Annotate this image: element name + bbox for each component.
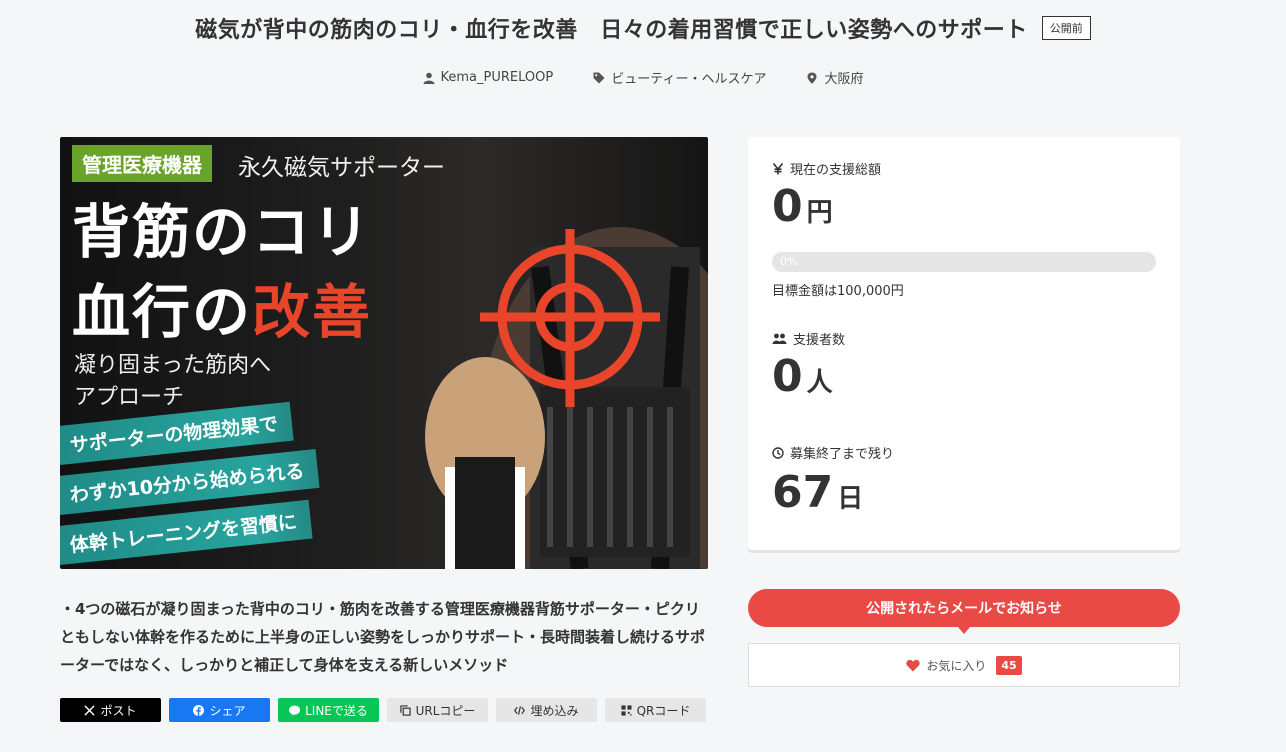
backers-label: 支援者数 bbox=[772, 329, 845, 348]
location-link[interactable]: 大阪府 bbox=[806, 68, 863, 87]
project-main-image[interactable]: 管理医療機器 永久磁気サポーター 背筋のコリ 血行の改善 凝り固まった筋肉へ ア… bbox=[60, 137, 708, 569]
hero-sub-2: アプローチ bbox=[74, 385, 185, 410]
favorite-button[interactable]: お気に入り 45 bbox=[748, 643, 1180, 687]
hero-headline-2: 血行の改善 bbox=[72, 265, 372, 349]
amount-label-text: 現在の支援総額 bbox=[790, 163, 882, 178]
share-buttons: ポスト シェア LINEで送る URLコピー 埋め込み QRコード bbox=[60, 698, 706, 722]
funding-stats-card: 現在の支援総額 0円 0% 目標金額は100,000円 支援者数 0人 募集終了… bbox=[748, 137, 1180, 550]
clock-icon bbox=[772, 446, 784, 459]
progress-percent: 0% bbox=[780, 255, 798, 268]
url-copy-button[interactable]: URLコピー bbox=[387, 698, 488, 722]
project-meta: Kema_PURELOOP ビューティー・ヘルスケア 大阪府 bbox=[0, 68, 1286, 87]
location-name: 大阪府 bbox=[824, 72, 864, 87]
facebook-share-label: シェア bbox=[209, 703, 246, 718]
hero-headline-2a: 血行の bbox=[72, 278, 253, 346]
hero-tag-sub: 永久磁気サポーター bbox=[238, 155, 445, 181]
funding-progress-bar: 0% bbox=[772, 252, 1156, 272]
backers-label-text: 支援者数 bbox=[793, 333, 846, 348]
backers-value: 0人 bbox=[772, 351, 833, 402]
qr-code-button[interactable]: QRコード bbox=[605, 698, 706, 722]
hero-headline-2b: 改善 bbox=[252, 278, 373, 346]
category-link[interactable]: ビューティー・ヘルスケア bbox=[593, 68, 766, 87]
embed-label: 埋め込み bbox=[530, 703, 579, 718]
code-icon bbox=[514, 705, 526, 715]
amount-label: 現在の支援総額 bbox=[772, 159, 881, 178]
status-badge: 公開前 bbox=[1041, 16, 1091, 40]
favorite-count-badge: 45 bbox=[996, 655, 1022, 675]
remaining-unit: 日 bbox=[837, 484, 864, 514]
amount-number: 0 bbox=[772, 181, 803, 232]
facebook-share-button[interactable]: シェア bbox=[169, 698, 270, 722]
remaining-label: 募集終了まで残り bbox=[772, 443, 894, 462]
page-title: 磁気が背中の筋肉のコリ・血行を改善 日々の着用習慣で正しい姿勢へのサポート bbox=[195, 18, 1028, 43]
x-logo-icon bbox=[84, 704, 96, 716]
remaining-value: 67 日 bbox=[772, 467, 863, 518]
hero-sub-1: 凝り固まった筋肉へ bbox=[74, 353, 272, 378]
remaining-label-text: 募集終了まで残り bbox=[790, 447, 895, 462]
map-pin-icon bbox=[807, 72, 817, 84]
url-copy-label: URLコピー bbox=[415, 703, 476, 718]
qr-code-icon bbox=[621, 704, 632, 716]
backers-number: 0 bbox=[772, 351, 803, 402]
amount-value: 0円 bbox=[772, 181, 833, 232]
notify-on-publish-button[interactable]: 公開されたらメールでお知らせ bbox=[748, 589, 1180, 634]
line-share-label: LINEで送る bbox=[305, 703, 368, 718]
owner-link[interactable]: Kema_PURELOOP bbox=[423, 68, 554, 87]
yen-icon bbox=[772, 162, 784, 174]
project-description: ・4つの磁石が凝り固まった背中のコリ・筋肉を改善する管理医療機器背筋サポーター・… bbox=[60, 600, 706, 674]
heart-icon bbox=[906, 659, 921, 671]
goal-amount: 目標金額は100,000円 bbox=[772, 284, 904, 299]
users-icon bbox=[772, 333, 787, 344]
hero-tag: 管理医療機器 bbox=[72, 145, 212, 182]
copy-icon bbox=[399, 704, 411, 716]
line-share-button[interactable]: LINEで送る bbox=[278, 698, 379, 722]
amount-unit: 円 bbox=[806, 198, 833, 228]
category-name: ビューティー・ヘルスケア bbox=[611, 72, 767, 87]
tag-icon bbox=[593, 72, 605, 83]
remaining-number: 67 bbox=[772, 467, 834, 518]
x-post-label: ポスト bbox=[100, 703, 137, 718]
backers-unit: 人 bbox=[806, 368, 833, 398]
favorite-label: お気に入り bbox=[926, 658, 987, 673]
embed-button[interactable]: 埋め込み bbox=[496, 698, 597, 722]
owner-name: Kema_PURELOOP bbox=[440, 70, 554, 85]
user-icon bbox=[423, 72, 435, 84]
line-icon bbox=[289, 704, 301, 716]
facebook-icon bbox=[193, 704, 205, 716]
title-row: 磁気が背中の筋肉のコリ・血行を改善 日々の着用習慣で正しい姿勢へのサポート 公開… bbox=[0, 12, 1286, 44]
qr-code-label: QRコード bbox=[636, 703, 691, 718]
x-post-button[interactable]: ポスト bbox=[60, 698, 161, 722]
hero-headline-1: 背筋のコリ bbox=[72, 198, 373, 266]
